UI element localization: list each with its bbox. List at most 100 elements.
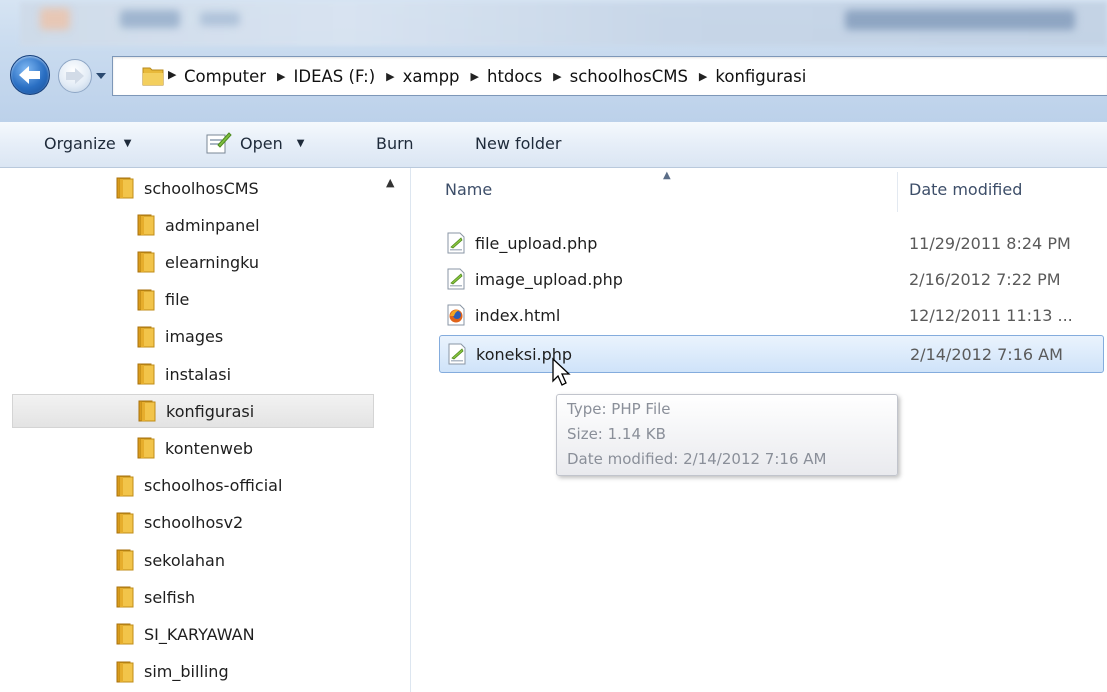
sidebar-item-label: sim_billing: [144, 662, 229, 682]
chevron-right-icon[interactable]: ▶: [547, 70, 564, 83]
chevron-right-icon[interactable]: ▶: [465, 70, 482, 83]
column-divider[interactable]: [897, 172, 898, 212]
sidebar-item-sekolahan[interactable]: sekolahan: [116, 543, 225, 577]
sidebar-item-images[interactable]: images: [137, 320, 223, 354]
folder-icon: [137, 289, 155, 311]
sidebar-item-kontenweb[interactable]: kontenweb: [137, 431, 253, 465]
new-folder-button[interactable]: New folder: [475, 134, 561, 153]
folder-icon-wrapper: [116, 586, 134, 608]
chevron-down-icon: [96, 73, 106, 79]
folder-icon: [116, 661, 134, 683]
sidebar-item-schoolhosv2[interactable]: schoolhosv2: [116, 506, 243, 540]
blurred-title-icon: [120, 10, 180, 28]
file-info-tooltip: Type: PHP File Size: 1.14 KB Date modifi…: [556, 394, 898, 476]
folder-icon-wrapper: [116, 623, 134, 645]
forward-arrow-icon: [66, 68, 84, 84]
recent-pages-button[interactable]: [94, 68, 108, 82]
open-button[interactable]: Open ▼: [204, 130, 304, 156]
folder-icon-wrapper: [116, 661, 134, 683]
chevron-right-icon[interactable]: ▶: [380, 70, 397, 83]
breadcrumb-schoolhoscms[interactable]: schoolhosCMS: [565, 67, 693, 86]
file-name: koneksi.php: [476, 344, 573, 364]
back-arrow-icon: [19, 66, 40, 84]
sidebar-item-label: instalasi: [165, 364, 232, 384]
php-file-icon: [447, 268, 465, 290]
chevron-right-icon: ▶: [168, 68, 177, 81]
burn-button[interactable]: Burn: [376, 134, 414, 153]
file-row[interactable]: file_upload.php 11/29/2011 8:24 PM: [439, 225, 1102, 261]
sidebar-item-si-karyawan[interactable]: SI_KARYAWAN: [116, 617, 255, 651]
sidebar-item-schoolhoscms[interactable]: schoolhosCMS: [116, 171, 259, 205]
file-row[interactable]: koneksi.php 2/14/2012 7:16 AM: [439, 335, 1104, 373]
file-date-modified: 12/12/2011 11:13 ...: [909, 305, 1073, 325]
sidebar-item-elearningku[interactable]: elearningku: [137, 245, 259, 279]
file-row[interactable]: index.html 12/12/2011 11:13 ...: [439, 297, 1102, 333]
sidebar-item-konfigurasi[interactable]: konfigurasi: [12, 394, 374, 429]
breadcrumb-ideas-drive[interactable]: IDEAS (F:): [289, 67, 381, 86]
php-file-icon: [448, 343, 466, 365]
organize-button[interactable]: Organize ▼: [44, 134, 131, 153]
sidebar-item-file[interactable]: file: [137, 283, 189, 317]
folder-icon-wrapper: [137, 289, 155, 311]
open-label: Open: [240, 133, 283, 153]
chevron-down-icon: ▼: [123, 138, 132, 149]
file-icon-wrapper: [447, 343, 467, 365]
window-chrome: ▶ Computer ▶ IDEAS (F:) ▶ xampp ▶ htdocs…: [0, 0, 1107, 123]
navigation-pane[interactable]: ▲ schoolhosCMS adminpanel elearningku file i…: [0, 168, 411, 692]
folder-icon-wrapper: [116, 512, 134, 534]
folder-icon-wrapper: [116, 475, 134, 497]
file-row[interactable]: image_upload.php 2/16/2012 7:22 PM: [439, 261, 1102, 297]
breadcrumb: Computer ▶ IDEAS (F:) ▶ xampp ▶ htdocs ▶…: [179, 57, 811, 95]
file-date-modified: 2/16/2012 7:22 PM: [909, 269, 1061, 289]
folder-icon: [137, 251, 155, 273]
sidebar-item-schoolhos-official[interactable]: schoolhos-official: [116, 469, 282, 503]
address-bar[interactable]: ▶ Computer ▶ IDEAS (F:) ▶ xampp ▶ htdocs…: [112, 56, 1107, 96]
breadcrumb-konfigurasi[interactable]: konfigurasi: [710, 67, 811, 86]
sidebar-item-instalasi[interactable]: instalasi: [137, 357, 231, 391]
folder-icon-wrapper: [138, 400, 156, 422]
folder-icon-wrapper: [137, 251, 155, 273]
sidebar-item-label: images: [165, 327, 224, 347]
sidebar-item-label: selfish: [144, 587, 196, 607]
tooltip-date-modified: Date modified: 2/14/2012 7:16 AM: [567, 450, 827, 468]
folder-icon: [116, 512, 134, 534]
breadcrumb-computer[interactable]: Computer: [179, 67, 271, 86]
sidebar-item-label: SI_KARYAWAN: [144, 624, 255, 644]
folder-icon: [116, 586, 134, 608]
open-document-icon: [206, 132, 232, 154]
folder-icon: [142, 67, 164, 86]
breadcrumb-htdocs[interactable]: htdocs: [482, 67, 547, 86]
folder-icon: [137, 214, 155, 236]
folder-icon: [116, 177, 134, 199]
chevron-right-icon[interactable]: ▶: [693, 70, 710, 83]
folder-icon-wrapper: [137, 214, 155, 236]
file-name: image_upload.php: [475, 269, 623, 289]
back-button[interactable]: [10, 55, 50, 95]
burn-label: Burn: [376, 134, 414, 153]
command-toolbar: Organize ▼ Open ▼ Burn New folder: [0, 122, 1107, 168]
folder-icon: [137, 326, 155, 348]
file-name: file_upload.php: [475, 233, 598, 253]
scroll-up-arrow-icon[interactable]: ▲: [386, 176, 394, 189]
blurred-title-icon: [40, 8, 70, 30]
organize-label: Organize: [44, 134, 116, 153]
firefox-html-icon: [447, 304, 465, 326]
sidebar-item-selfish[interactable]: selfish: [116, 580, 195, 614]
chevron-down-icon: ▼: [296, 137, 305, 149]
sidebar-item-adminpanel[interactable]: adminpanel: [137, 208, 260, 242]
chevron-right-icon[interactable]: ▶: [271, 70, 288, 83]
sidebar-item-label: adminpanel: [165, 215, 260, 235]
sidebar-item-sim-billing[interactable]: sim_billing: [116, 655, 229, 689]
folder-icon: [138, 400, 156, 422]
folder-icon-wrapper: [116, 549, 134, 571]
sidebar-item-label: sekolahan: [144, 550, 225, 570]
breadcrumb-xampp[interactable]: xampp: [398, 67, 465, 86]
tooltip-size: Size: 1.14 KB: [567, 425, 666, 443]
column-header-date-modified[interactable]: Date modified: [909, 180, 1022, 199]
mouse-cursor-icon: [552, 357, 571, 386]
forward-button[interactable]: [58, 59, 92, 93]
column-header-name[interactable]: Name: [445, 180, 492, 199]
file-icon-wrapper: [446, 268, 466, 290]
sidebar-item-label: elearningku: [165, 252, 260, 272]
sidebar-item-label: schoolhosv2: [144, 513, 244, 533]
